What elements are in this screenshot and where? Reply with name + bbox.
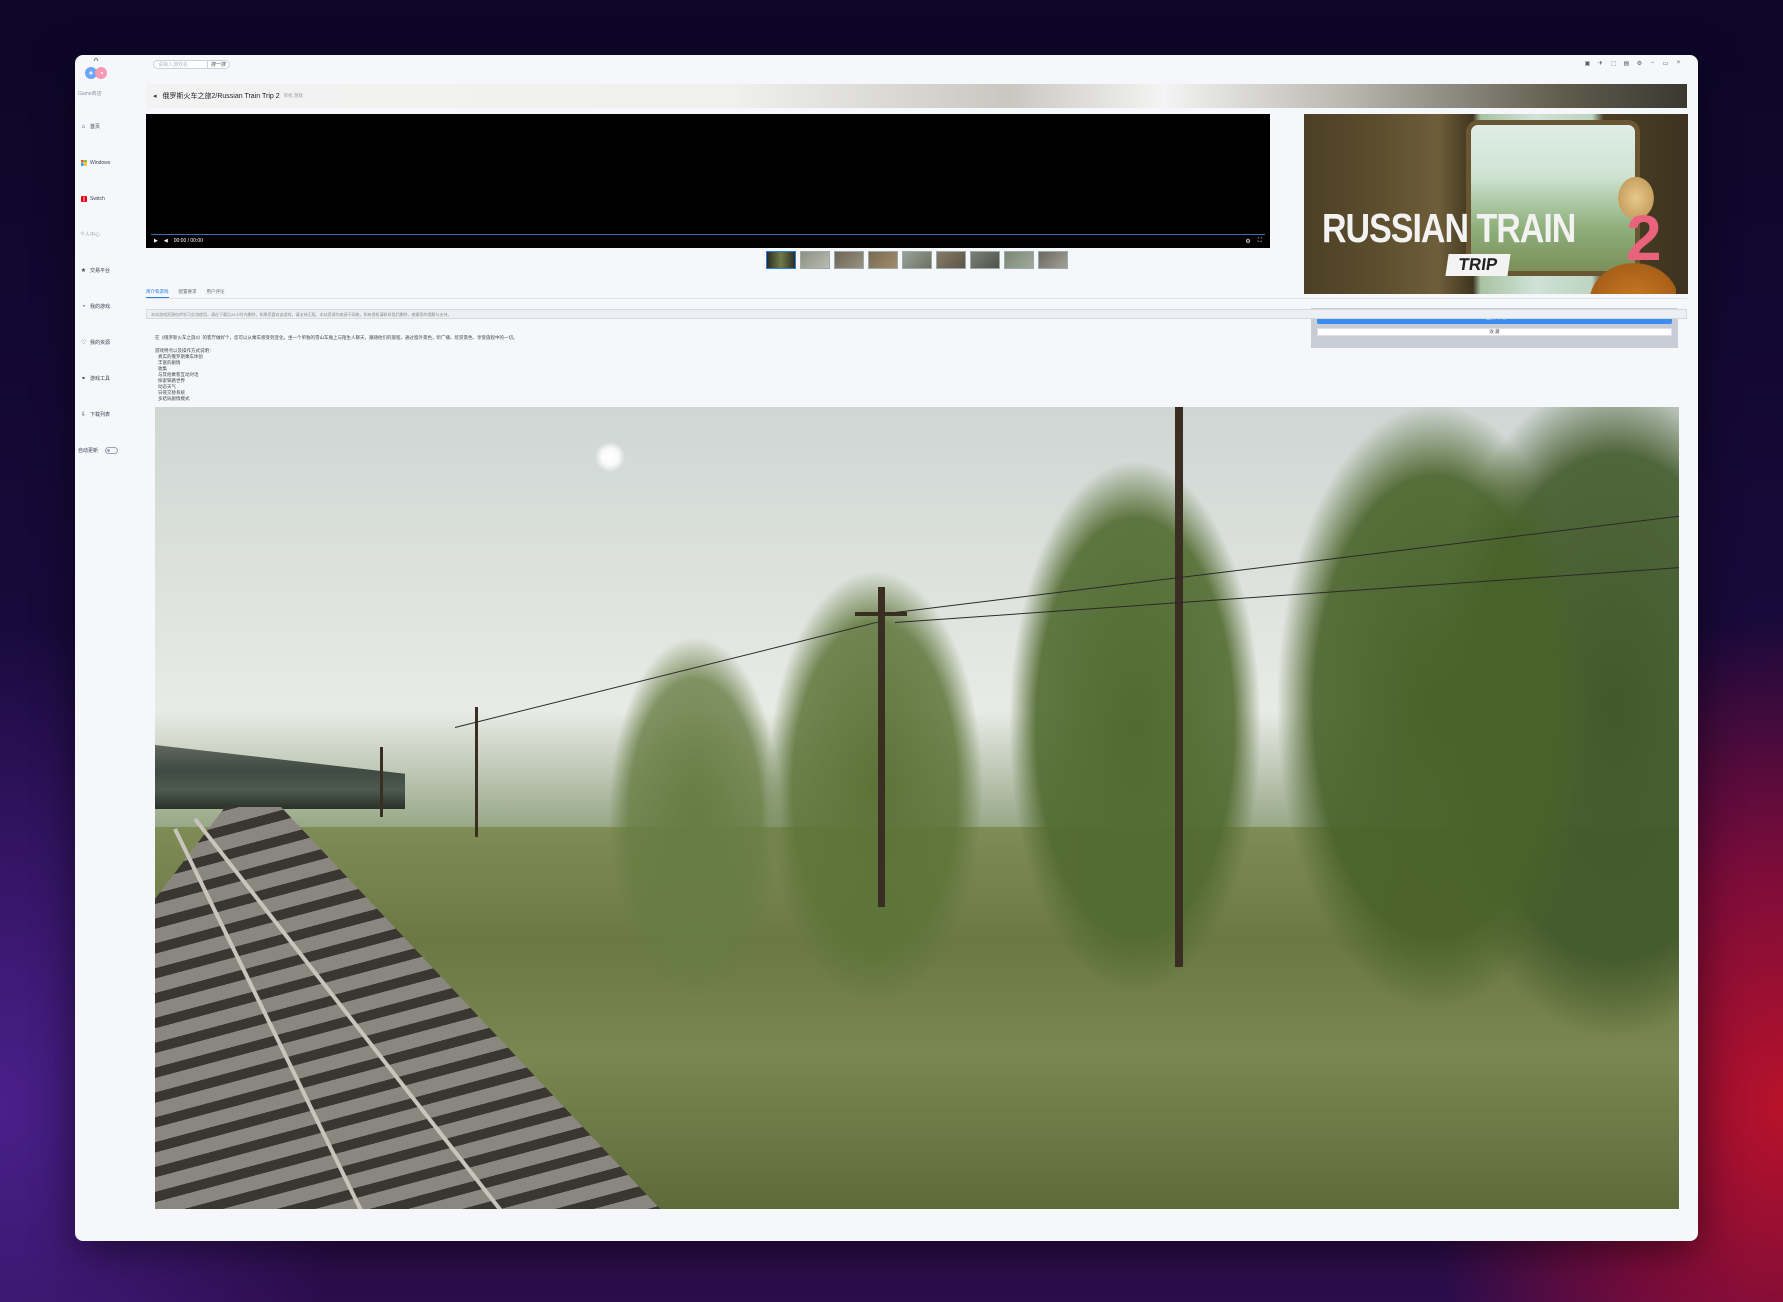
heart-icon: ♡ — [80, 339, 87, 346]
video-settings-icon[interactable]: ⚙ — [1245, 238, 1250, 245]
sidebar-item-label: 游戏工具 — [90, 376, 111, 382]
sidebar-item-label: 我的游戏 — [90, 304, 111, 310]
tab-intro[interactable]: 简介和游戏 — [146, 289, 169, 298]
home-icon: ⌂ — [81, 123, 86, 130]
back-icon[interactable]: ◂ — [153, 92, 157, 100]
sidebar-item-trade[interactable]: ★ 交易平台 — [80, 267, 111, 275]
thumbnail[interactable] — [902, 251, 932, 269]
sidebar-item-label: 下载列表 — [90, 412, 111, 418]
thumbnail[interactable] — [868, 251, 898, 269]
video-time: 00:00 / 00:00 — [173, 238, 203, 244]
minimize-icon[interactable]: − — [1649, 60, 1656, 67]
search-input[interactable] — [153, 60, 208, 69]
detail-tabs: 简介和游戏 配置要求 用户评论 — [146, 289, 1687, 299]
sidebar-item-windows[interactable]: Windows — [80, 159, 110, 166]
sidebar-item-label: Windows — [90, 159, 111, 166]
sidebar-item-home[interactable]: ⌂ 首页 — [80, 123, 101, 131]
screenshot-pole — [1175, 407, 1183, 967]
game-header: ◂ 俄罗斯火车之旅2/Russian Train Trip 2 单机 游戏 — [146, 84, 1687, 108]
app-window: Game商店 ⌂ 首页 Windows Switch 个人中心 ★ 交易平台 ◔… — [75, 55, 1698, 1241]
video-controls-left: ▶ ◀ 00:00 / 00:00 — [154, 238, 203, 244]
game-cover-image: RUSSIAN TRAIN 2 TRIP — [1304, 114, 1688, 294]
feature-list: 游戏特点以及操作方式说明： 真实的俄罗斯乘车体验 丰富的剧情 收集 与其他乘客互… — [155, 348, 214, 402]
auto-update-toggle[interactable] — [105, 447, 119, 454]
auto-update-row: 自动更新 — [78, 447, 119, 454]
sidebar-item-label: 我的资源 — [90, 340, 111, 346]
screenshot-pole — [380, 747, 383, 817]
link-icon: ⚭ — [80, 375, 87, 382]
sidebar-item-label: Switch — [90, 195, 105, 202]
thumbnail[interactable] — [970, 251, 1000, 269]
screenshot-pole — [878, 587, 885, 907]
gamepad-logo-icon — [85, 58, 107, 79]
section-label-personal: 个人中心 — [80, 232, 101, 238]
video-controls-right: ⚙ ⛶ — [1245, 238, 1262, 245]
sidebar-item-my-resources[interactable]: ♡ 我的资源 — [80, 339, 111, 347]
cover-number: 2 — [1626, 202, 1662, 274]
thumbnail[interactable] — [1038, 251, 1068, 269]
windows-icon — [80, 159, 87, 166]
sidebar-item-label: 首页 — [90, 124, 101, 130]
volume-icon[interactable]: ◀ — [164, 238, 168, 244]
sidebar-item-downloads[interactable]: ⇩ 下载列表 — [80, 411, 111, 419]
screenshot-pole — [475, 707, 478, 837]
tab-reviews[interactable]: 用户评论 — [207, 289, 225, 298]
search-button[interactable]: 搜一搜 — [208, 60, 230, 69]
telegram-icon[interactable]: ✈ — [1597, 60, 1604, 67]
fullscreen-icon[interactable]: ⛶ — [1258, 238, 1262, 245]
screenshot-forest — [575, 407, 1679, 1107]
video-player[interactable]: ▶ ◀ 00:00 / 00:00 ⚙ ⛶ — [146, 114, 1270, 248]
sidebar-item-my-games[interactable]: ◔ 我的游戏 — [80, 303, 111, 311]
screenshot-pole-crossbar — [855, 612, 907, 616]
maximize-icon[interactable]: ▭ — [1662, 60, 1669, 67]
list-item: 多结局剧情模式 — [158, 396, 190, 401]
game-description: 在《俄罗斯火车之旅2》的客厅做好个，您可以从乘车感受到变化，坐一个单独的雪山车厢… — [155, 335, 518, 340]
sidebar-item-label: 交易平台 — [90, 268, 111, 274]
cover-trip: TRIP — [1445, 254, 1511, 276]
page-title: 俄罗斯火车之旅2/Russian Train Trip 2 — [162, 93, 280, 100]
video-progress-bar[interactable] — [151, 234, 1265, 235]
gamepad-icon: ◔ — [81, 303, 86, 310]
download-icon: ⇩ — [80, 411, 87, 418]
star-icon: ★ — [80, 267, 87, 274]
sidebar: Game商店 ⌂ 首页 Windows Switch 个人中心 ★ 交易平台 ◔… — [75, 55, 145, 1241]
close-icon[interactable]: × — [1675, 60, 1682, 67]
tab-requirements[interactable]: 配置要求 — [179, 289, 197, 298]
logo-label: Game商店 — [78, 91, 102, 97]
sidebar-item-switch[interactable]: Switch — [80, 195, 105, 202]
sidebar-item-tools[interactable]: ⚭ 游戏工具 — [80, 375, 111, 383]
thumbnail[interactable] — [936, 251, 966, 269]
thumbnail[interactable] — [1004, 251, 1034, 269]
game-screenshot — [155, 407, 1679, 1209]
window-icon[interactable]: ⬚ — [1610, 60, 1617, 67]
page-subtitle: 单机 游戏 — [283, 93, 303, 98]
thumbnail[interactable] — [800, 251, 830, 269]
window-controls: ▣ ✈ ⬚ ▤ ⚙ − ▭ × — [1584, 60, 1682, 67]
cover-title: RUSSIAN TRAIN — [1322, 206, 1576, 252]
favorite-button[interactable]: 收 藏 — [1317, 328, 1672, 336]
switch-icon — [80, 195, 87, 202]
thumbnail[interactable] — [766, 251, 796, 269]
play-icon[interactable]: ▶ — [154, 238, 158, 244]
search-bar: 搜一搜 — [153, 60, 230, 69]
settings-icon[interactable]: ⚙ — [1636, 60, 1643, 67]
media-thumbnails — [766, 251, 1068, 269]
menu-icon[interactable]: ▤ — [1623, 60, 1630, 67]
screenshot-train — [155, 745, 405, 809]
notice-banner: 本站游戏资源仅供学习交流使用，请在下载后24小时内删除，如果您喜欢该游戏，请支持… — [146, 309, 1687, 319]
thumbnail[interactable] — [834, 251, 864, 269]
screenshot-icon[interactable]: ▣ — [1584, 60, 1591, 67]
auto-update-label: 自动更新 — [78, 448, 99, 454]
